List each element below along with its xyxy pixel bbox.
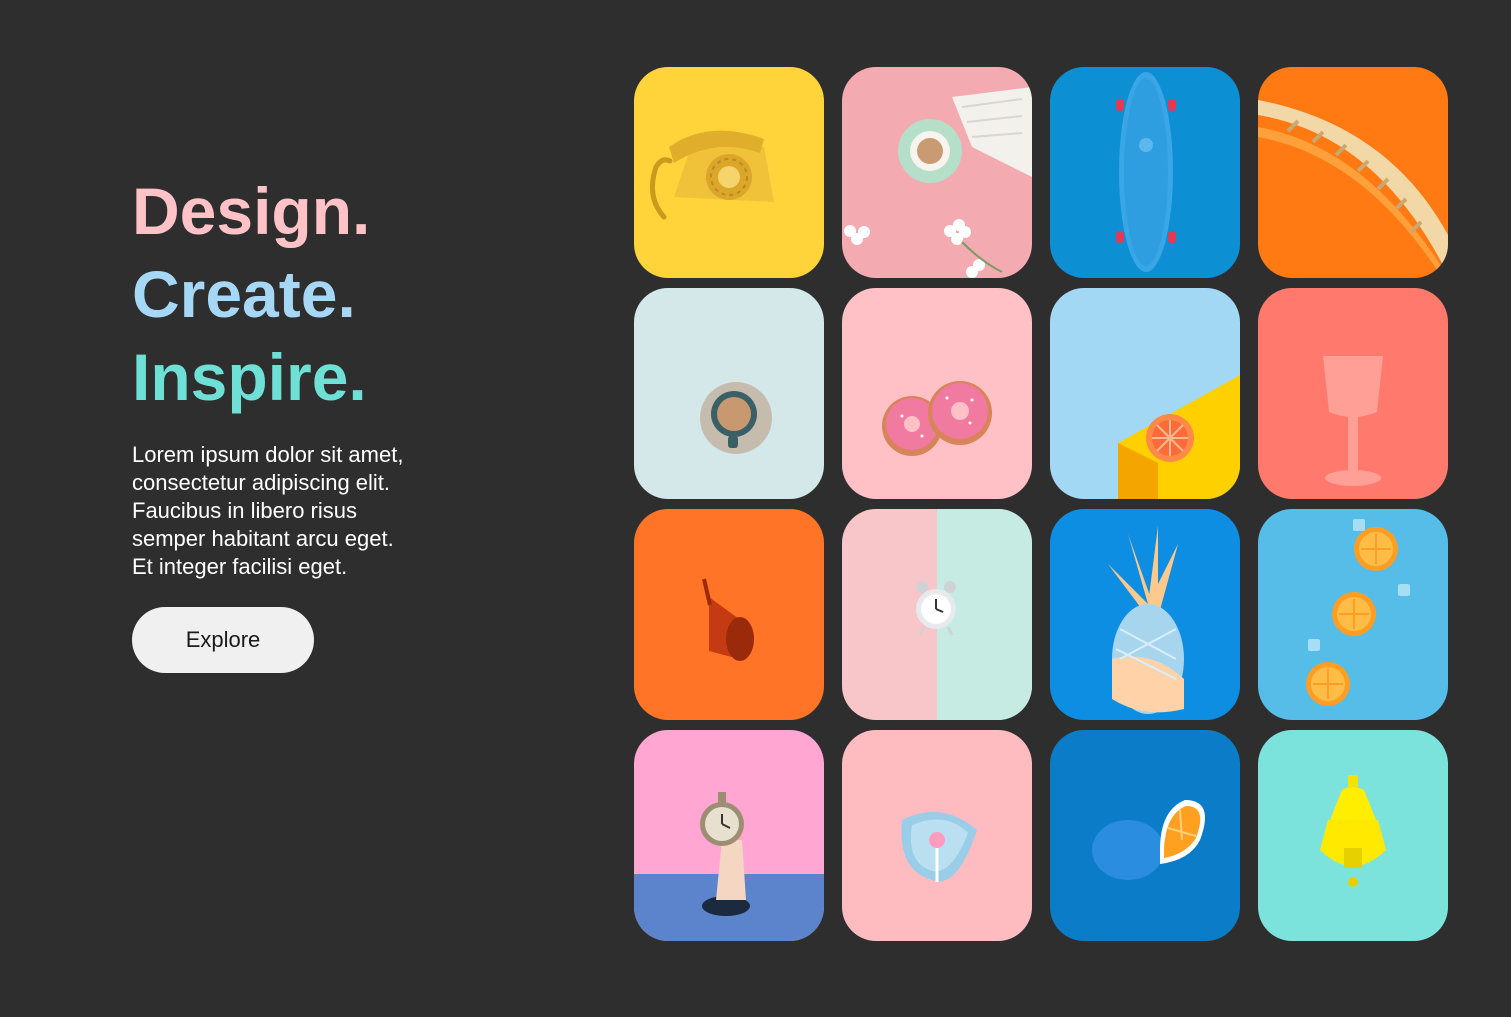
coffee-cup-icon <box>844 87 1032 278</box>
lead-line: semper habitant arcu eget. <box>132 526 394 551</box>
coffee-cup-icon <box>700 382 772 454</box>
headline-line-inspire: Inspire. <box>132 340 367 414</box>
headline: Design. Create. Inspire. <box>132 170 472 419</box>
telephone-icon <box>649 130 774 220</box>
stairs-icon <box>1258 100 1448 278</box>
gallery-tile-lollipop[interactable] <box>842 730 1032 941</box>
gallery-tile-coffee-and-flowers[interactable] <box>842 67 1032 278</box>
wine-glass-icon <box>1323 356 1383 486</box>
gallery-tile-telephone[interactable] <box>634 67 824 278</box>
teapot-icon <box>1320 775 1386 887</box>
gallery-tile-teapot[interactable] <box>1258 730 1448 941</box>
headline-line-design: Design. <box>132 174 371 248</box>
lead-line: consectetur adipiscing elit. <box>132 470 391 495</box>
orange-slices-icon <box>1306 519 1410 706</box>
gallery-tile-megaphone[interactable] <box>634 509 824 720</box>
gallery-tile-spiral-stairs[interactable] <box>1258 67 1448 278</box>
hero-section: Design. Create. Inspire. Lorem ipsum dol… <box>132 170 472 673</box>
gallery-tile-orange-slices[interactable] <box>1258 509 1448 720</box>
lead-line: Et integer facilisi eget. <box>132 554 348 579</box>
donut-icon <box>882 381 992 456</box>
gallery-tile-pocket-watch[interactable] <box>634 730 824 941</box>
orange-icon <box>1092 800 1205 880</box>
lead-line: Lorem ipsum dolor sit amet, <box>132 442 404 467</box>
gallery-tile-skateboard[interactable] <box>1050 67 1240 278</box>
alarm-clock-icon <box>916 509 1032 720</box>
gallery-tile-grapefruit[interactable] <box>1050 288 1240 499</box>
lollipop-icon <box>901 812 977 882</box>
lead-line: Faucibus in libero risus <box>132 498 357 523</box>
megaphone-icon <box>702 578 754 661</box>
gallery-tile-donuts[interactable] <box>842 288 1032 499</box>
skateboard-icon <box>1116 72 1176 272</box>
gallery-tile-pineapple[interactable] <box>1050 509 1240 720</box>
grapefruit-icon <box>1118 375 1240 499</box>
pineapple-icon <box>1108 526 1184 714</box>
headline-line-create: Create. <box>132 257 356 331</box>
gallery-tile-alarm-clock[interactable] <box>842 509 1032 720</box>
landing-page: Design. Create. Inspire. Lorem ipsum dol… <box>0 0 1511 1017</box>
image-gallery <box>634 67 1448 941</box>
gallery-tile-wine-glass[interactable] <box>1258 288 1448 499</box>
gallery-tile-orange[interactable] <box>1050 730 1240 941</box>
lead-paragraph: Lorem ipsum dolor sit amet, consectetur … <box>132 441 452 581</box>
explore-button[interactable]: Explore <box>132 607 314 673</box>
pocket-watch-icon <box>634 792 824 941</box>
gallery-tile-coffee-top[interactable] <box>634 288 824 499</box>
